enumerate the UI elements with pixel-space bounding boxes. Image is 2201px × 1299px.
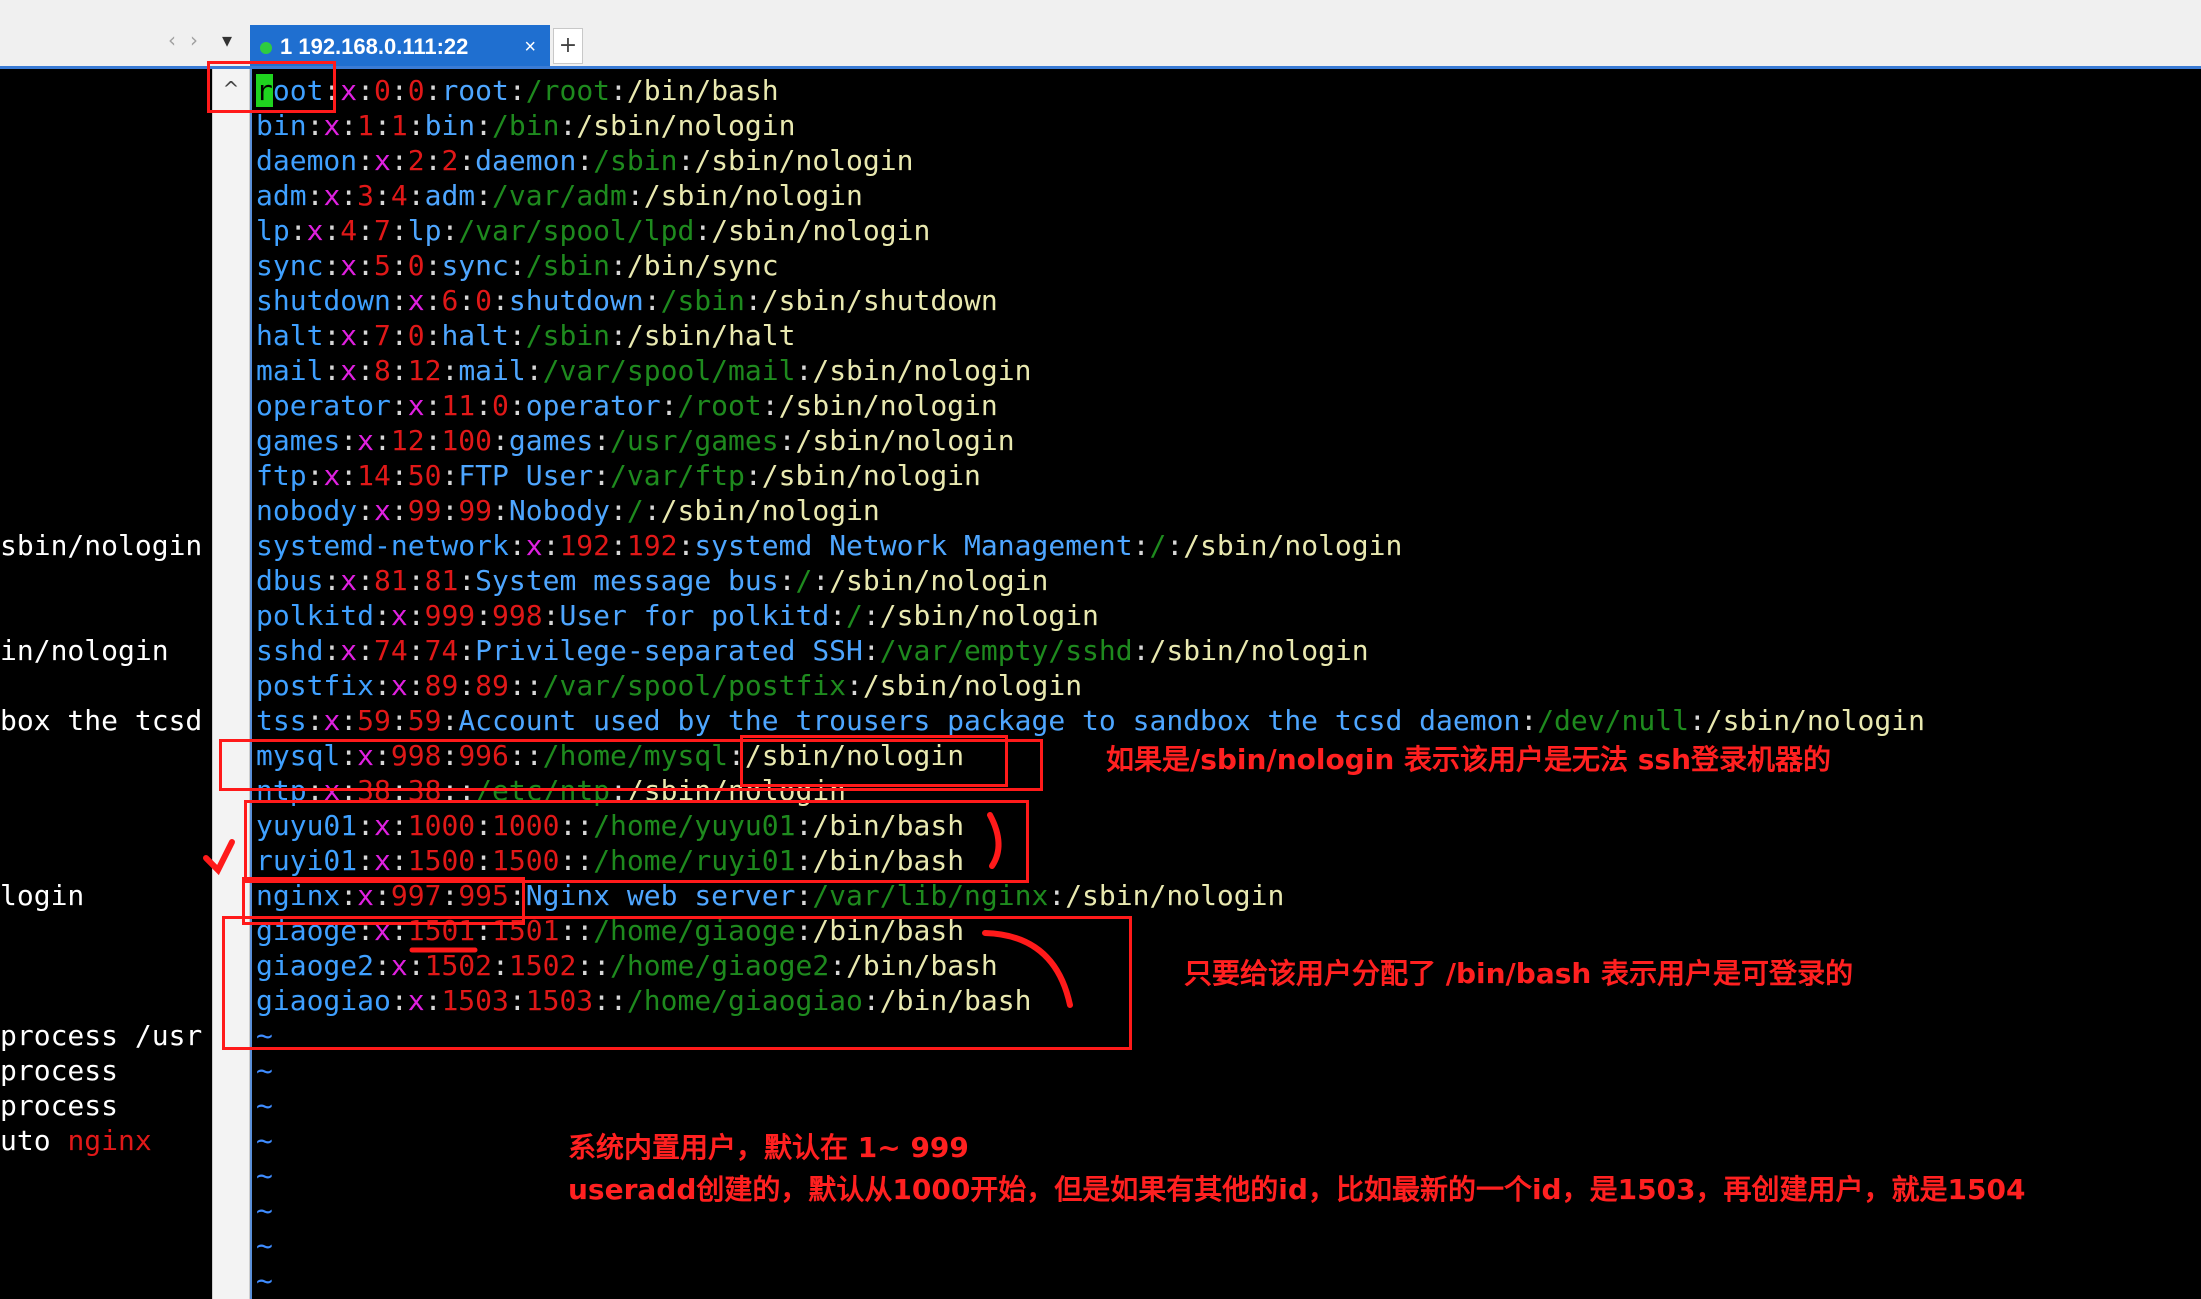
- annotation-bash: 只要给该用户分配了 /bin/bash 表示用户是可登录的: [1184, 957, 1854, 990]
- handwriting-marks: [203, 812, 1073, 1008]
- annotation-nologin: 如果是/sbin/nologin 表示该用户是无法 ssh登录机器的: [1106, 743, 1832, 776]
- annotation-builtin-range: 系统内置用户，默认在 1~ 999: [568, 1131, 969, 1164]
- bracket-mark: [987, 812, 1002, 869]
- annotation-useradd-range: useradd创建的，默认从1000开始，但是如果有其他的id，比如最新的一个i…: [568, 1173, 2026, 1206]
- checkmark-icon: [203, 839, 235, 876]
- bracket-mark-2: [982, 930, 1073, 1008]
